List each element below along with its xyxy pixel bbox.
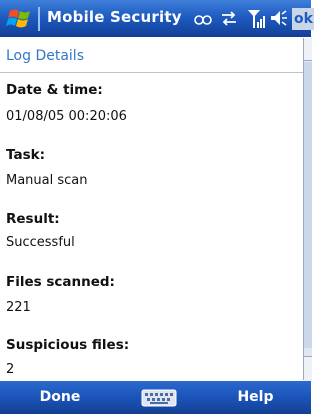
files-scanned-label: Files scanned:: [6, 274, 115, 290]
speaker-icon[interactable]: [269, 6, 289, 30]
ok-button[interactable]: ok: [292, 8, 314, 30]
keyboard-icon[interactable]: [141, 389, 177, 407]
date-time-label: Date & time:: [6, 82, 103, 98]
title-divider: [38, 7, 40, 31]
suspicious-files-label: Suspicious files:: [6, 337, 130, 353]
suspicious-files-value: 2: [6, 362, 15, 377]
help-softkey[interactable]: Help: [200, 381, 311, 414]
page-header: Log Details: [0, 38, 303, 73]
date-time-value: 01/08/05 00:20:06: [6, 109, 127, 124]
vertical-scrollbar[interactable]: [303, 38, 312, 381]
app-title: Mobile Security: [47, 8, 182, 26]
result-value: Successful: [6, 235, 75, 250]
connectivity-icon[interactable]: [193, 6, 213, 30]
sync-arrows-icon[interactable]: [219, 6, 239, 30]
scroll-up-button[interactable]: [304, 38, 312, 61]
windows-flag-icon[interactable]: [6, 5, 36, 33]
files-scanned-value: 221: [6, 300, 31, 315]
soft-key-bar: Done Help: [0, 381, 311, 414]
scroll-thumb[interactable]: [304, 62, 312, 348]
task-label: Task:: [6, 147, 45, 163]
scroll-down-button[interactable]: [304, 356, 312, 381]
page-title: Log Details: [6, 48, 84, 64]
result-label: Result:: [6, 211, 60, 227]
done-softkey[interactable]: Done: [0, 381, 120, 414]
task-value: Manual scan: [6, 173, 88, 188]
title-bar: Mobile Security ok: [0, 0, 314, 37]
signal-strength-icon[interactable]: [246, 6, 266, 30]
